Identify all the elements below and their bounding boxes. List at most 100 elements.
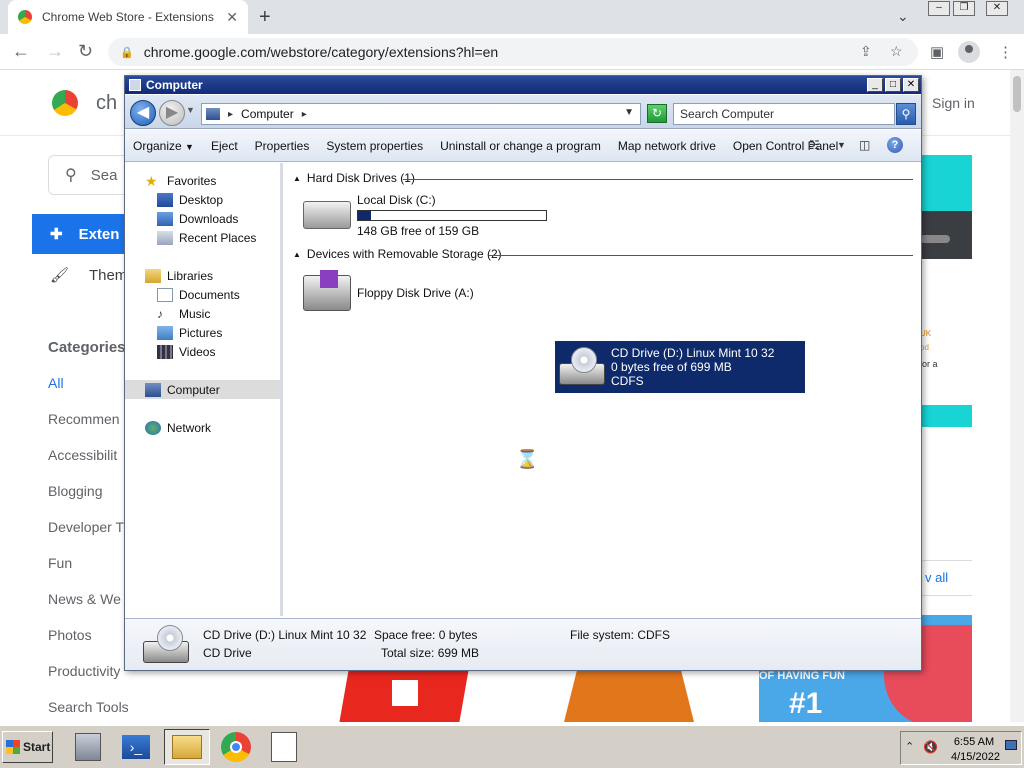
refresh-button[interactable]: ↻: [647, 104, 667, 123]
nav-documents[interactable]: Documents: [125, 285, 280, 304]
reload-icon[interactable]: ↻: [78, 41, 93, 62]
address-text: Computer: [241, 107, 294, 121]
uninstall-program-button[interactable]: Uninstall or change a program: [440, 139, 601, 153]
side-panel-icon[interactable]: ▣: [930, 43, 944, 61]
app-tile[interactable]: [524, 670, 742, 722]
featured-card[interactable]: UK od or a: [920, 155, 972, 427]
show-hidden-icons-icon[interactable]: ⌃: [905, 740, 914, 753]
omnibox[interactable]: 🔒 chrome.google.com/webstore/category/ex…: [108, 38, 918, 66]
category-item[interactable]: All: [48, 375, 64, 391]
nav-themes[interactable]: 🖌 Them: [50, 266, 127, 284]
drive-floppy-a[interactable]: Floppy Disk Drive (A:): [303, 269, 553, 317]
puzzle-icon: ✚: [50, 226, 63, 243]
address-field[interactable]: ▸ Computer ▸ ▼: [201, 103, 641, 125]
forward-button[interactable]: ▶: [159, 100, 185, 126]
view-options-icon[interactable]: ☷: [809, 138, 820, 152]
network-status-icon[interactable]: 🔇: [923, 740, 938, 754]
category-item[interactable]: Photos: [48, 627, 92, 643]
maximize-button[interactable]: □: [885, 78, 901, 92]
category-item[interactable]: Productivity: [48, 663, 120, 679]
downloads-icon: [157, 211, 173, 226]
videos-icon: [157, 344, 173, 359]
minimize-button[interactable]: _: [867, 78, 883, 92]
browser-close-button[interactable]: ✕: [986, 1, 1008, 16]
nav-computer[interactable]: Computer: [125, 380, 280, 399]
nav-recent-places[interactable]: Recent Places: [125, 228, 280, 247]
drive-filesystem: CDFS: [611, 374, 644, 388]
category-item[interactable]: Fun: [48, 555, 72, 571]
close-button[interactable]: ✕: [903, 78, 919, 92]
app-taskbar-button[interactable]: [264, 729, 304, 765]
browser-restore-button[interactable]: ❐: [953, 1, 975, 16]
back-arrow-icon[interactable]: ←: [12, 41, 30, 62]
nav-desktop[interactable]: Desktop: [125, 190, 280, 209]
chevron-right-icon[interactable]: ▸: [228, 109, 233, 120]
tab-search-icon[interactable]: ⌄: [897, 8, 909, 25]
category-item[interactable]: Blogging: [48, 483, 103, 499]
category-item[interactable]: Search Tools: [48, 699, 129, 715]
scrollbar-thumb[interactable]: [1013, 76, 1021, 112]
nav-network[interactable]: Network: [125, 418, 280, 437]
sign-in-link[interactable]: Sign in: [932, 95, 975, 111]
nav-downloads[interactable]: Downloads: [125, 209, 280, 228]
recent-pages-icon[interactable]: ▼: [186, 105, 195, 115]
back-button[interactable]: ◀: [130, 100, 156, 126]
drive-local-disk-c[interactable]: Local Disk (C:) 148 GB free of 159 GB: [303, 193, 553, 238]
server-manager-button[interactable]: [68, 729, 108, 765]
webstore-logo-icon[interactable]: [52, 90, 78, 116]
browser-tab[interactable]: Chrome Web Store - Extensions ✕: [8, 0, 248, 34]
bookmark-star-icon[interactable]: ☆: [890, 43, 903, 60]
search-icon[interactable]: ⚲: [896, 103, 916, 125]
new-tab-icon[interactable]: +: [259, 6, 271, 29]
category-item[interactable]: Accessibilit: [48, 447, 117, 463]
nav-music[interactable]: ♪ Music: [125, 304, 280, 323]
organize-button[interactable]: Organize ▼: [133, 139, 194, 153]
forward-arrow-icon[interactable]: →: [46, 41, 64, 62]
details-total-size: Total size: 699 MB: [381, 646, 480, 660]
group-header-label: Devices with Removable Storage (2): [306, 247, 502, 261]
chrome-menu-icon[interactable]: ⋮: [998, 43, 1013, 61]
category-item[interactable]: Developer T: [48, 519, 124, 535]
clock[interactable]: 6:55 AM 4/15/2022: [951, 735, 1000, 765]
browser-minimize-button[interactable]: –: [928, 1, 950, 16]
nav-pictures[interactable]: Pictures: [125, 323, 280, 342]
share-icon[interactable]: ⇪: [860, 43, 872, 60]
help-icon[interactable]: ?: [887, 137, 903, 153]
start-button[interactable]: Start: [2, 731, 53, 763]
show-desktop-icon[interactable]: [1005, 740, 1017, 750]
address-toolbar: ◀ ▶ ▼ ▸ Computer ▸ ▼ ↻ Search Computer ⚲: [125, 95, 921, 129]
tile-text: #1: [789, 687, 823, 720]
search-input[interactable]: Search Computer: [673, 103, 895, 125]
preview-pane-icon[interactable]: ◫: [859, 138, 870, 152]
nav-favorites[interactable]: ★ Favorites: [125, 171, 280, 190]
details-name: CD Drive (D:) Linux Mint 10 32: [203, 628, 367, 642]
page-scrollbar[interactable]: [1010, 70, 1024, 722]
view-all-link[interactable]: v all: [920, 560, 972, 596]
eject-button[interactable]: Eject: [211, 139, 238, 153]
category-item[interactable]: Recommen: [48, 411, 120, 427]
tab-title: Chrome Web Store - Extensions: [42, 10, 214, 24]
profile-avatar-icon[interactable]: [958, 41, 980, 63]
explorer-titlebar[interactable]: Computer _ □ ✕: [125, 76, 921, 94]
category-item[interactable]: News & We: [48, 591, 121, 607]
drive-cd-d[interactable]: CD Drive (D:) Linux Mint 10 32 0 bytes f…: [555, 341, 805, 393]
map-network-drive-button[interactable]: Map network drive: [618, 139, 716, 153]
group-header-hard-disks[interactable]: ▲ Hard Disk Drives (1): [293, 171, 913, 185]
chevron-down-icon[interactable]: ▼: [837, 140, 846, 150]
system-properties-button[interactable]: System properties: [326, 139, 423, 153]
tab-close-icon[interactable]: ✕: [226, 9, 238, 26]
group-header-removable[interactable]: ▲ Devices with Removable Storage (2): [293, 247, 913, 261]
nav-libraries[interactable]: Libraries: [125, 266, 280, 285]
open-control-panel-button[interactable]: Open Control Panel: [733, 139, 838, 153]
explorer-taskbar-button[interactable]: [164, 729, 210, 765]
address-dropdown-icon[interactable]: ▼: [624, 107, 634, 118]
computer-icon: [145, 382, 161, 397]
nav-pictures-label: Pictures: [179, 325, 223, 340]
nav-videos[interactable]: Videos: [125, 342, 280, 361]
chrome-taskbar-button[interactable]: [216, 729, 256, 765]
capacity-bar: [357, 209, 547, 221]
properties-button[interactable]: Properties: [255, 139, 310, 153]
powershell-button[interactable]: ›_: [116, 729, 156, 765]
chevron-right-icon[interactable]: ▸: [302, 109, 307, 120]
app-tile[interactable]: [294, 670, 512, 722]
